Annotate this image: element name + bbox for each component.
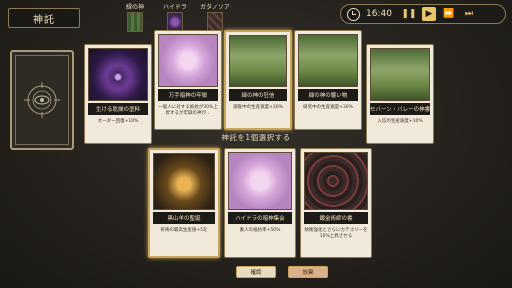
discard-button[interactable]: 放棄 [288,266,328,278]
title-plaque: 神託 [8,8,80,28]
card-desc: 一般人に対する抵抗が30%上昇するが牢獄の神が… [158,105,218,117]
god-tab-hydra[interactable]: ハイドラ [158,2,192,32]
card-art [88,48,148,102]
eye-sigil-icon [24,82,60,118]
oracle-card[interactable]: セバーン・バレーの神書 入信の生産速度+10% [366,44,434,144]
card-desc: 調査中の生産速度+30% [233,105,283,111]
card-art [370,48,430,102]
card-desc: 防衛強化とさらにカテゴリーを10%上昇させる [304,228,368,239]
play-button[interactable]: ▶ [421,7,436,21]
god-tab-label: ガタノソア [200,4,230,11]
selection-prompt: 神託を1個選択する [221,133,291,142]
card-name: 黒山羊の聖誕 [153,212,215,224]
card-desc: 祈祷の最高生産値+5を [160,228,208,233]
oracle-choice-card[interactable]: ハイドラの暗神集会 素人の抵抗率+50% [224,148,296,258]
card-name: ハイドラの暗神集会 [228,212,292,225]
hydra-icon [167,12,183,32]
fastest-forward-button[interactable]: ⏭ [462,7,476,21]
card-art [304,152,368,211]
card-desc: 入信の生産速度+10% [377,119,423,125]
card-desc: 研究中の生産速度+30% [303,105,353,111]
card-name: セバーン・バレーの神書 [370,103,430,116]
card-desc: 素人の抵抗率+50% [239,228,281,234]
pause-button[interactable]: ❚❚ [401,7,416,21]
god-tab-label: 緑の神 [125,4,144,11]
time-control-panel: 16:40 ❚❚ ▶ ⏩ ⏭ [340,4,506,24]
card-art [228,152,292,211]
card-name: 生ける乾燥の塗料 [88,103,148,116]
god-tab-green[interactable]: 緑の神 [118,2,152,32]
fast-forward-button[interactable]: ⏩ [442,7,456,21]
card-art [158,34,218,88]
card-name: 万手暗神の牢獄 [158,89,218,102]
clock-time: 16:40 [366,9,392,19]
ghatanothoa-icon [207,12,223,32]
god-tabs: 緑の神 ハイドラ ガタノソア [118,2,232,32]
clock-icon [347,7,360,21]
card-desc: オーダー回復+10% [97,119,139,125]
card-art [229,35,287,88]
card-name: 緑の神の襲い物 [298,89,358,102]
card-name: 鍍金術師の書 [304,212,368,225]
confirm-button[interactable]: 確認 [236,266,276,278]
page-title: 神託 [33,14,55,26]
oracle-card[interactable]: 万手暗神の牢獄 一般人に対する抵抗が30%上昇するが牢獄の神が… [154,30,222,130]
card-name: 緑の神の狂信 [229,89,287,102]
oracle-choice-card[interactable]: 黒山羊の聖誕 祈祷の最高生産値+5を [148,148,220,258]
green-god-icon [127,12,143,32]
god-tab-ghatanothoa[interactable]: ガタノソア [198,2,232,32]
oracle-card[interactable]: 緑の神の狂信 調査中の生産速度+30% [224,30,292,130]
oracle-choice-card[interactable]: 鍍金術師の書 防衛強化とさらにカテゴリーを10%上昇させる [300,148,372,258]
oracle-card[interactable]: 緑の神の襲い物 研究中の生産速度+30% [294,30,362,130]
oracle-card[interactable]: 生ける乾燥の塗料 オーダー回復+10% [84,44,152,144]
god-tab-label: ハイドラ [163,4,187,11]
card-art [298,34,358,88]
card-art [153,153,215,210]
